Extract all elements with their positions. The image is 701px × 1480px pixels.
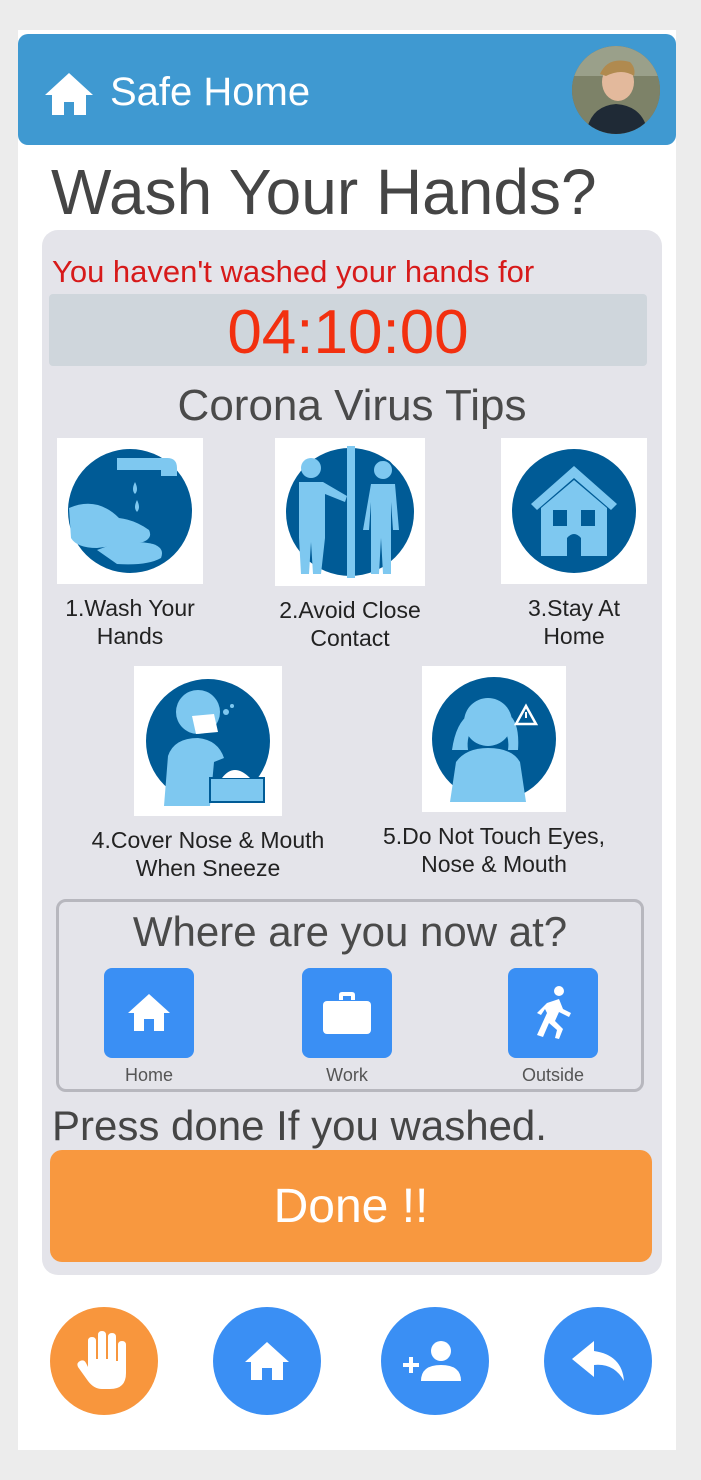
briefcase-icon: [323, 992, 371, 1034]
tip-label-line2: Hands: [96, 623, 164, 649]
status-message: You haven't washed your hands for: [52, 254, 535, 289]
tip-label-line1: 5.Do Not Touch Eyes,: [382, 823, 606, 849]
stay-home-icon: [512, 449, 636, 573]
tip-no-touch-face: 5.Do Not Touch Eyes, Nose & Mouth: [360, 666, 628, 878]
avatar[interactable]: [572, 46, 660, 134]
tip-avoid-contact: 2.Avoid Close Contact: [242, 438, 458, 652]
wash-hands-icon: [68, 449, 192, 573]
location-outside-label: Outside: [521, 1065, 585, 1085]
timer-box: 04:10:00: [49, 294, 647, 367]
app-title: Safe Home: [110, 70, 311, 114]
done-prompt: Press done If you washed.: [52, 1102, 547, 1149]
nav-home-button[interactable]: [213, 1307, 321, 1415]
no-touch-face-icon: [432, 677, 556, 802]
tip-stay-home: 3.Stay At Home: [486, 438, 662, 650]
avoid-contact-icon: [286, 446, 414, 578]
tips-heading: Corona Virus Tips: [177, 381, 527, 430]
location-question: Where are you now at?: [132, 908, 568, 955]
app-bar: Safe Home: [18, 34, 676, 145]
tip-label-line2: Home: [543, 623, 605, 649]
location-panel: Where are you now at? Home Work Outside: [56, 899, 644, 1092]
tip-label-line1: 2.Avoid Close: [279, 597, 421, 623]
main-card: You haven't washed your hands for 04:10:…: [42, 230, 662, 1275]
tip-label-line2: When Sneeze: [135, 855, 281, 881]
home-icon: [128, 994, 170, 1031]
nav-reply-button[interactable]: [544, 1307, 652, 1415]
nav-add-person-button[interactable]: [381, 1307, 489, 1415]
location-work-label: Work: [326, 1065, 368, 1085]
tip-label-line1: 1.Wash Your: [65, 595, 195, 621]
location-home-button[interactable]: Home: [103, 968, 195, 1086]
tip-label-line1: 4.Cover Nose & Mouth: [91, 827, 325, 853]
location-work-button[interactable]: Work: [301, 968, 393, 1086]
add-person-icon: [403, 1341, 461, 1381]
location-outside-button[interactable]: Outside: [507, 968, 599, 1086]
nav-hand-button[interactable]: [50, 1307, 158, 1415]
done-button[interactable]: Done !!: [50, 1150, 652, 1262]
tip-wash-hands: 1.Wash Your Hands: [42, 438, 218, 650]
home-icon: [245, 1342, 289, 1380]
hand-icon: [77, 1331, 126, 1389]
tip-label-line2: Nose & Mouth: [421, 851, 567, 877]
reply-icon: [572, 1341, 624, 1381]
running-person-icon: [537, 986, 571, 1039]
timer: 04:10:00: [227, 298, 469, 367]
cover-sneeze-icon: [146, 679, 270, 806]
tip-cover-sneeze: 4.Cover Nose & Mouth When Sneeze: [78, 666, 338, 882]
tip-label-line1: 3.Stay At: [527, 595, 621, 621]
avatar-photo: [572, 46, 660, 134]
page-title: Wash Your Hands?: [51, 156, 597, 228]
location-home-label: Home: [124, 1065, 173, 1085]
home-icon[interactable]: [42, 70, 96, 118]
app-screen: Safe Home Wash Your Hands? You haven't w…: [18, 30, 676, 1450]
tip-label-line2: Contact: [310, 625, 390, 651]
